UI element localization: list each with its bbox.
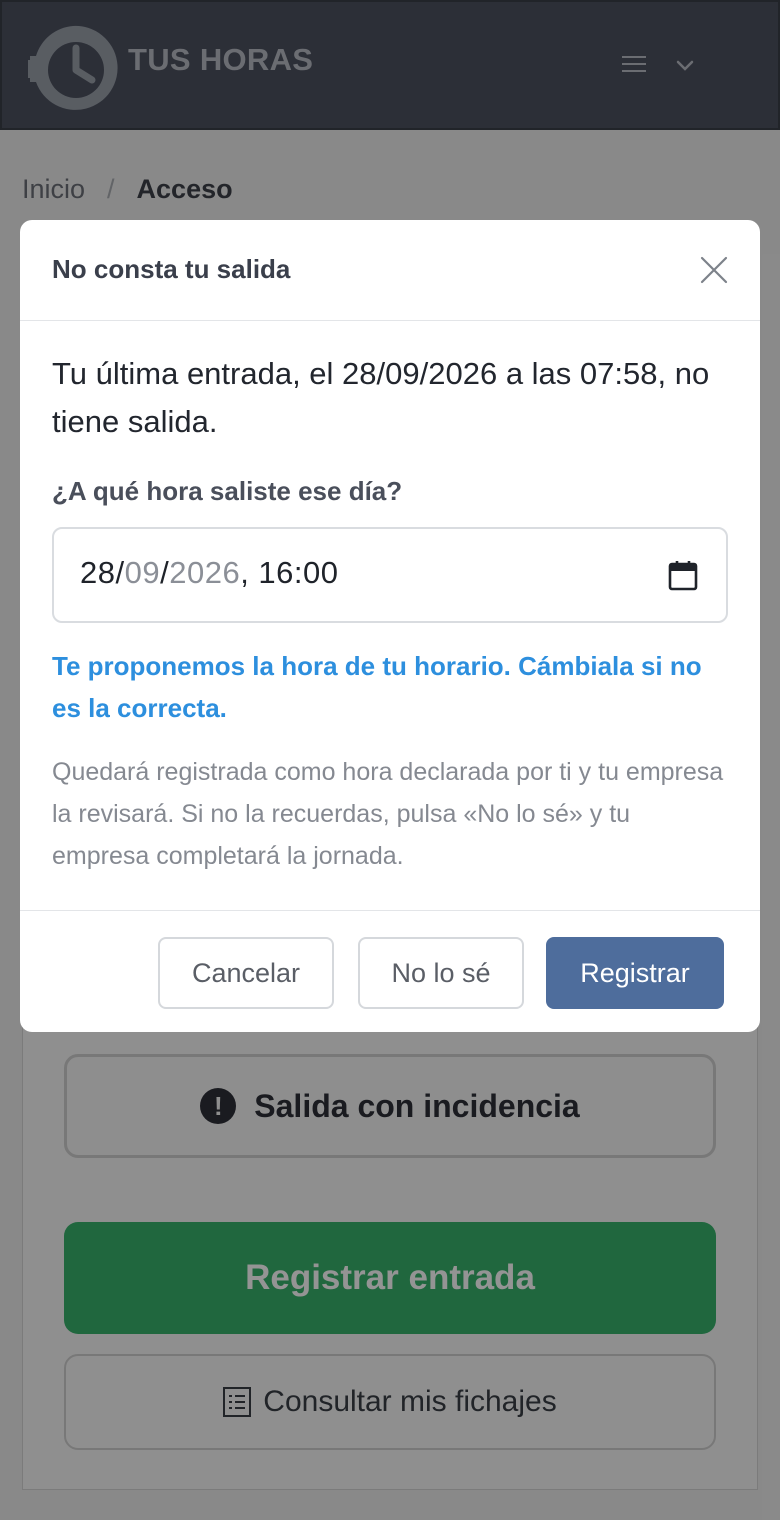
- datetime-time[interactable]: 16:00: [258, 555, 338, 590]
- datetime-value: 28/09/2026, 16:00: [80, 555, 339, 590]
- missing-exit-message: Tu última entrada, el 28/09/2026 a las 0…: [52, 356, 710, 439]
- dont-know-button[interactable]: No lo sé: [358, 937, 524, 1009]
- cancel-button[interactable]: Cancelar: [158, 937, 334, 1009]
- modal-header: No consta tu salida: [20, 220, 760, 321]
- schedule-proposal-text: Te proponemos la hora de tu horario. Cám…: [52, 651, 702, 723]
- modal-title: No consta tu salida: [52, 254, 291, 284]
- modal-body: Tu última entrada, el 28/09/2026 a las 0…: [52, 350, 732, 877]
- exit-datetime-input[interactable]: 28/09/2026, 16:00: [52, 527, 728, 623]
- declared-time-note: Quedará registrada como hora declarada p…: [52, 758, 724, 870]
- datetime-month[interactable]: 09: [125, 555, 160, 590]
- calendar-icon[interactable]: [668, 559, 698, 591]
- datetime-day[interactable]: 28: [80, 555, 115, 590]
- exit-time-question: ¿A qué hora saliste ese día?: [52, 476, 403, 506]
- modal-footer: Cancelar No lo sé Registrar: [20, 910, 760, 1032]
- datetime-year[interactable]: 2026: [169, 555, 240, 590]
- register-button[interactable]: Registrar: [546, 937, 724, 1009]
- missing-exit-modal: No consta tu salida Tu última entrada, e…: [20, 220, 760, 1032]
- close-icon[interactable]: [698, 254, 730, 286]
